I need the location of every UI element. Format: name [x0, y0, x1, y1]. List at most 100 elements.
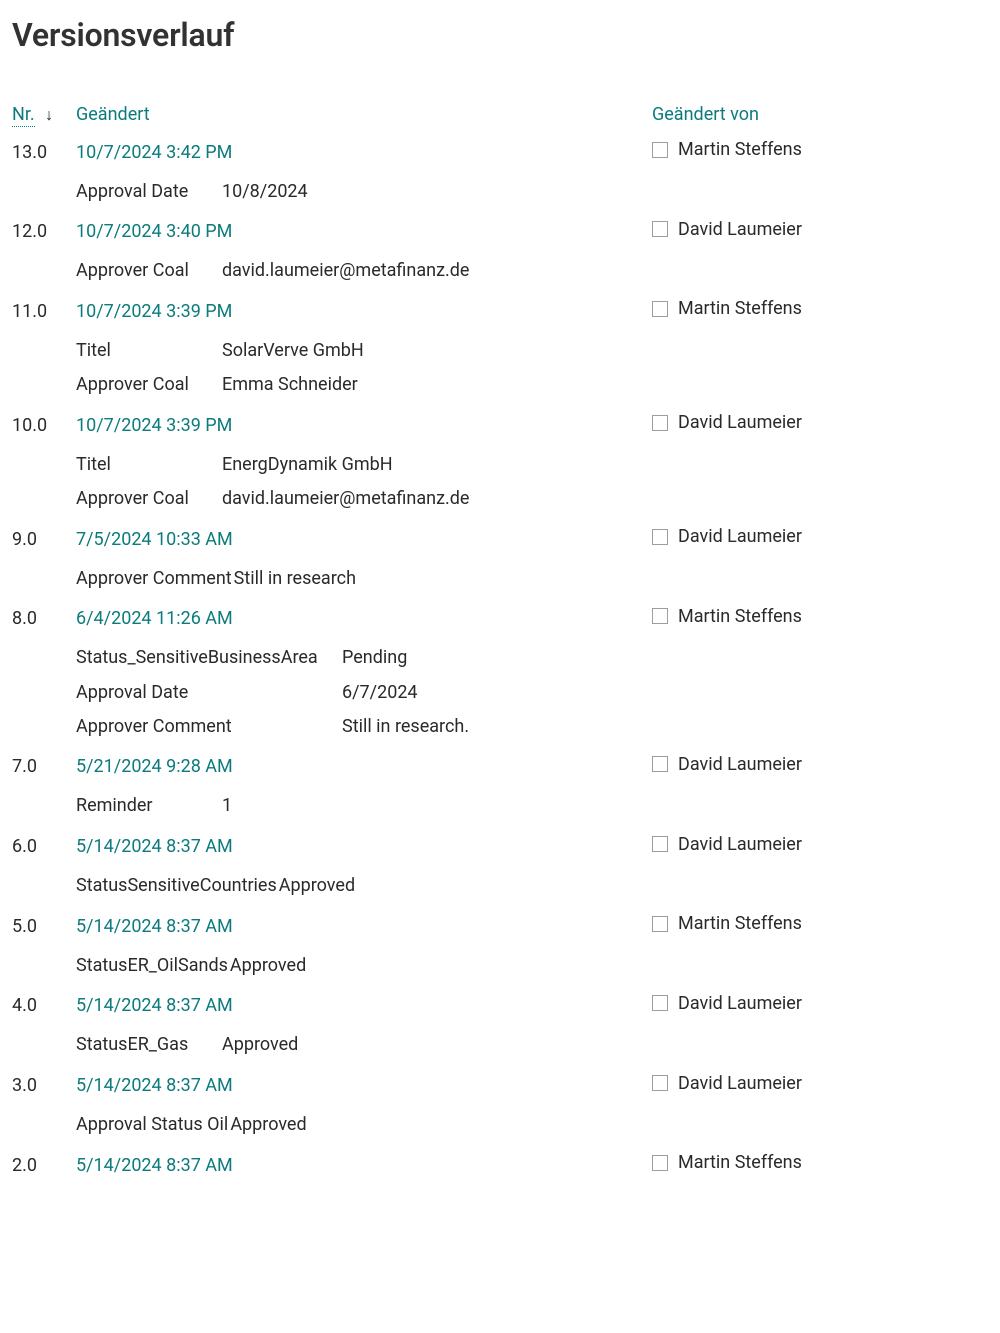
user-name: David Laumeier	[678, 1073, 802, 1094]
version-row: 13.010/7/2024 3:42 PM Martin Steffens	[12, 139, 988, 163]
field-label: Approval Date	[76, 676, 342, 710]
user-presence-icon	[652, 995, 668, 1011]
field-label: Reminder	[76, 789, 222, 823]
version-row: 4.05/14/2024 8:37 AMDavid Laumeier	[12, 993, 988, 1017]
user-name: David Laumeier	[678, 526, 802, 547]
field-row: Approver Comment Still in research	[76, 562, 988, 596]
user-presence-icon	[652, 415, 668, 431]
field-value: 6/7/2024	[342, 676, 418, 710]
version-details: Approver Coal david.laumeier@metafinanz.…	[12, 254, 988, 288]
column-header-modified-by[interactable]: Geändert von	[652, 104, 988, 125]
user-name: Martin Steffens	[678, 606, 802, 627]
version-datetime-link[interactable]: 5/14/2024 8:37 AM	[76, 916, 233, 937]
field-row: StatusSensitiveCountries Approved	[76, 869, 988, 903]
version-details: Approval Date 10/8/2024	[12, 175, 988, 209]
field-row: StatusER_Gas Approved	[76, 1028, 988, 1062]
version-datetime-link[interactable]: 10/7/2024 3:39 PM	[76, 301, 232, 322]
field-value: 1	[222, 789, 232, 823]
version-row: 11.010/7/2024 3:39 PM Martin Steffens	[12, 298, 988, 322]
version-number: 5.0	[12, 916, 76, 937]
field-row: Approval Status Oil Approved	[76, 1108, 988, 1142]
field-label: StatusER_OilSands	[76, 949, 228, 983]
version-datetime-link[interactable]: 5/14/2024 8:37 AM	[76, 836, 233, 857]
version-row: 3.05/14/2024 8:37 AM David Laumeier	[12, 1073, 988, 1097]
user-name: Martin Steffens	[678, 298, 802, 319]
field-value: Still in research.	[342, 710, 469, 744]
user-presence-icon	[652, 221, 668, 237]
version-details: Approver Comment Still in research	[12, 562, 988, 596]
version-details: StatusSensitiveCountries Approved	[12, 869, 988, 903]
version-number: 3.0	[12, 1075, 76, 1096]
user-presence-icon	[652, 301, 668, 317]
version-datetime-link[interactable]: 7/5/2024 10:33 AM	[76, 529, 233, 550]
version-row: 12.010/7/2024 3:40 PM David Laumeier	[12, 219, 988, 243]
page-title: Versionsverlauf	[12, 16, 988, 54]
field-row: Approver Comment Still in research.	[76, 710, 988, 744]
field-label: Titel	[76, 334, 222, 368]
version-datetime-link[interactable]: 10/7/2024 3:40 PM	[76, 221, 232, 242]
version-row: 2.05/14/2024 8:37 AM Martin Steffens	[12, 1152, 988, 1176]
version-user: David Laumeier	[652, 754, 988, 775]
version-datetime-link[interactable]: 5/14/2024 8:37 AM	[76, 995, 233, 1016]
version-details: Reminder 1	[12, 789, 988, 823]
version-details: Approval Status Oil Approved	[12, 1108, 988, 1142]
user-name: David Laumeier	[678, 993, 802, 1014]
version-user: David Laumeier	[652, 526, 988, 547]
field-row: Approval Date 10/8/2024	[76, 175, 988, 209]
user-presence-icon	[652, 529, 668, 545]
user-presence-icon	[652, 1155, 668, 1171]
version-row: 8.06/4/2024 11:26 AM Martin Steffens	[12, 606, 988, 630]
version-row: 9.07/5/2024 10:33 AMDavid Laumeier	[12, 526, 988, 550]
version-datetime-link[interactable]: 6/4/2024 11:26 AM	[76, 608, 233, 629]
version-user: Martin Steffens	[652, 139, 988, 160]
field-value: EnergDynamik GmbH	[222, 448, 393, 482]
version-details: Status_SensitiveBusinessArea PendingAppr…	[12, 641, 988, 744]
version-user: David Laumeier	[652, 834, 988, 855]
version-datetime-link[interactable]: 5/21/2024 9:28 AM	[76, 756, 233, 777]
user-presence-icon	[652, 836, 668, 852]
version-details: StatusER_OilSands Approved	[12, 949, 988, 983]
field-value: 10/8/2024	[222, 175, 308, 209]
version-user: David Laumeier	[652, 219, 988, 240]
column-header-nr[interactable]: Nr.	[12, 104, 35, 127]
version-row: 6.05/14/2024 8:37 AMDavid Laumeier	[12, 834, 988, 858]
field-value: Approved	[230, 1108, 306, 1142]
field-value: Still in research	[234, 562, 356, 596]
version-number: 2.0	[12, 1155, 76, 1176]
field-row: Approver Coal david.laumeier@metafinanz.…	[76, 482, 988, 516]
version-number: 12.0	[12, 221, 76, 242]
user-name: David Laumeier	[678, 754, 802, 775]
version-number: 11.0	[12, 301, 76, 322]
field-row: Titel SolarVerve GmbH	[76, 334, 988, 368]
version-number: 13.0	[12, 142, 76, 163]
field-value: Approved	[222, 1028, 298, 1062]
field-label: StatusSensitiveCountries	[76, 869, 277, 903]
field-row: StatusER_OilSands Approved	[76, 949, 988, 983]
version-user: Martin Steffens	[652, 298, 988, 319]
user-name: David Laumeier	[678, 412, 802, 433]
field-label: Approval Status Oil	[76, 1108, 228, 1142]
user-name: Martin Steffens	[678, 1152, 802, 1173]
user-presence-icon	[652, 916, 668, 932]
field-value: SolarVerve GmbH	[222, 334, 364, 368]
version-datetime-link[interactable]: 5/14/2024 8:37 AM	[76, 1155, 233, 1176]
user-name: Martin Steffens	[678, 913, 802, 934]
user-name: Martin Steffens	[678, 139, 802, 160]
field-label: Titel	[76, 448, 222, 482]
version-number: 8.0	[12, 608, 76, 629]
field-value: Emma Schneider	[222, 368, 358, 402]
field-label: Approver Comment	[76, 710, 342, 744]
field-label: Approver Comment	[76, 562, 232, 596]
field-label: Approver Coal	[76, 254, 222, 288]
version-user: David Laumeier	[652, 1073, 988, 1094]
version-details: Titel SolarVerve GmbHApprover Coal Emma …	[12, 334, 988, 402]
user-presence-icon	[652, 608, 668, 624]
field-label: Approval Date	[76, 175, 222, 209]
version-datetime-link[interactable]: 10/7/2024 3:39 PM	[76, 415, 232, 436]
version-datetime-link[interactable]: 5/14/2024 8:37 AM	[76, 1075, 233, 1096]
field-value: Approved	[279, 869, 355, 903]
version-user: Martin Steffens	[652, 1152, 988, 1173]
column-header-modified[interactable]: Geändert	[76, 104, 652, 125]
field-row: Approval Date 6/7/2024	[76, 676, 988, 710]
version-datetime-link[interactable]: 10/7/2024 3:42 PM	[76, 142, 232, 163]
